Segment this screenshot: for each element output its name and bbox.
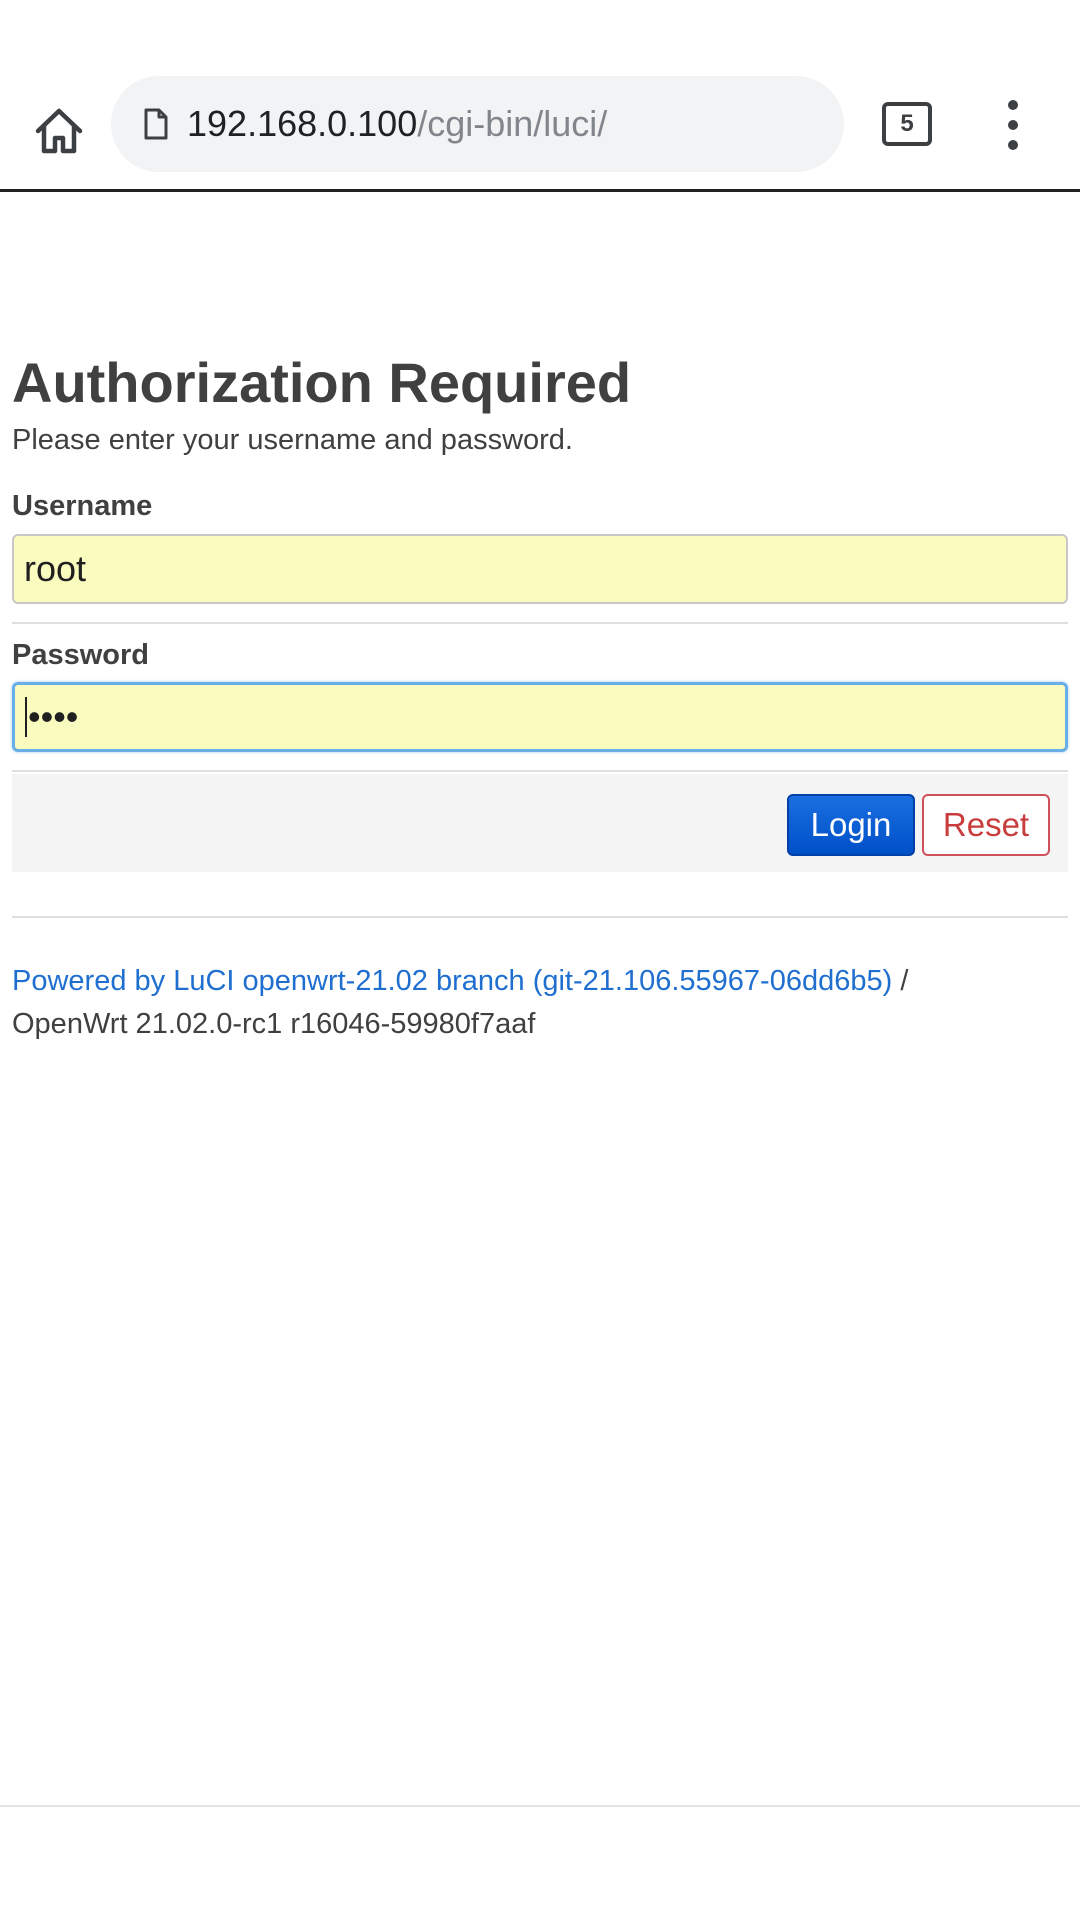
bottom-divider — [0, 1805, 1080, 1807]
password-label: Password — [12, 639, 149, 671]
status-bar — [0, 0, 1080, 76]
footer: Powered by LuCI openwrt-21.02 branch (gi… — [12, 960, 1068, 1046]
username-input[interactable]: root — [12, 534, 1068, 604]
more-vert-icon[interactable] — [990, 100, 1036, 150]
powered-by-link[interactable]: Powered by LuCI openwrt-21.02 branch (gi… — [12, 965, 892, 997]
url-text: 192.168.0.100/cgi-bin/luci/ — [187, 103, 607, 145]
divider — [12, 770, 1068, 772]
home-icon — [35, 108, 83, 154]
form-actions: Login Reset — [12, 774, 1068, 872]
footer-separator: / — [892, 965, 909, 997]
login-button[interactable]: Login — [787, 794, 915, 856]
username-value: root — [24, 548, 87, 589]
address-bar[interactable]: 192.168.0.100/cgi-bin/luci/ — [111, 76, 844, 172]
page-description: Please enter your username and password. — [12, 424, 573, 456]
footer-divider — [12, 916, 1068, 918]
divider — [12, 622, 1068, 624]
browser-toolbar: 192.168.0.100/cgi-bin/luci/ 5 — [0, 76, 1080, 192]
reset-button[interactable]: Reset — [922, 794, 1050, 856]
tabs-button[interactable]: 5 — [882, 102, 932, 146]
url-path: /cgi-bin/luci/ — [417, 103, 608, 144]
username-label: Username — [12, 490, 153, 522]
url-host: 192.168.0.100 — [187, 103, 418, 144]
tab-count: 5 — [900, 110, 914, 137]
home-button[interactable] — [26, 98, 92, 164]
page-title: Authorization Required — [12, 351, 632, 414]
password-value: •••• — [28, 696, 79, 737]
page-icon — [141, 106, 171, 142]
text-caret — [25, 697, 27, 737]
password-input[interactable]: •••• — [12, 682, 1068, 752]
firmware-version: OpenWrt 21.02.0-rc1 r16046-59980f7aaf — [12, 1008, 536, 1040]
